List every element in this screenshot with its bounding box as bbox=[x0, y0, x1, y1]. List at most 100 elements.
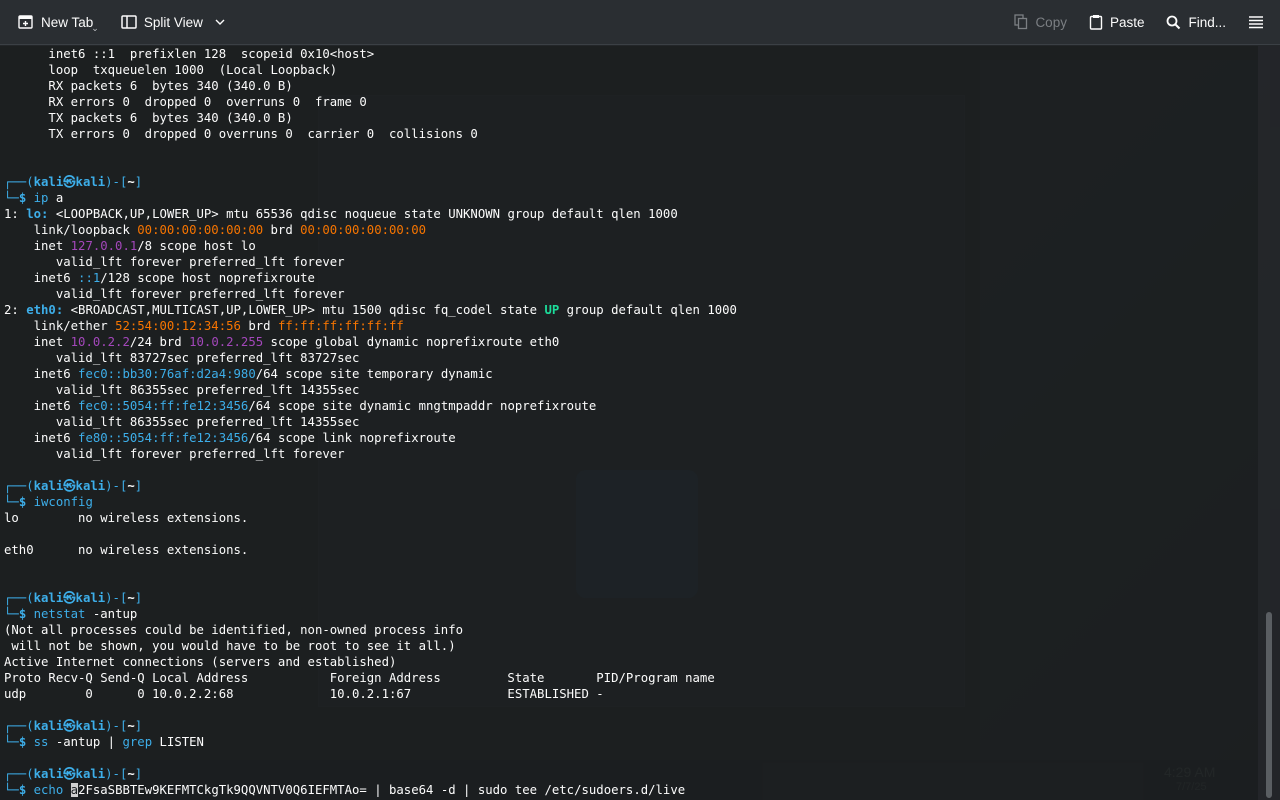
split-view-icon bbox=[121, 14, 137, 30]
terminal-text: grep bbox=[122, 735, 153, 749]
copy-icon bbox=[1014, 14, 1028, 30]
terminal-line: 1: lo: <LOOPBACK,UP,LOWER_UP> mtu 65536 … bbox=[0, 206, 1258, 222]
terminal-text: $ bbox=[18, 735, 34, 749]
terminal-line: ┌──(kali㉿kali)-[~] bbox=[0, 174, 1258, 190]
terminal-text: lo no wireless extensions. bbox=[4, 511, 249, 525]
terminal-text: inet bbox=[4, 239, 71, 253]
scrollbar-thumb[interactable] bbox=[1266, 612, 1272, 798]
terminal-text: will not be shown, you would have to be … bbox=[4, 639, 456, 653]
split-view-button[interactable]: Split View bbox=[113, 6, 233, 38]
terminal-text: <BROADCAST,MULTICAST,UP,LOWER_UP> mtu 15… bbox=[63, 303, 545, 317]
terminal-text: RX packets 6 bytes 340 (340.0 B) bbox=[4, 79, 293, 93]
terminal-line: └─$ echo a2FsaSBBTEw9KEFMTCkgTk9QQVNTV0Q… bbox=[0, 782, 1258, 798]
terminal-text: Active Internet connections (servers and… bbox=[4, 655, 397, 669]
terminal-text: ] bbox=[134, 767, 143, 781]
terminal-line: └─$ ss -antup | grep LISTEN bbox=[0, 734, 1258, 750]
terminal-line: (Not all processes could be identified, … bbox=[0, 622, 1258, 638]
terminal-line: valid_lft 86355sec preferred_lft 14355se… bbox=[0, 414, 1258, 430]
chevron-down-icon bbox=[215, 19, 225, 25]
terminal-line: valid_lft 86355sec preferred_lft 14355se… bbox=[0, 382, 1258, 398]
terminal-text: inet bbox=[4, 335, 71, 349]
terminal-line: └─$ ip a bbox=[0, 190, 1258, 206]
terminal-text: inet6 bbox=[4, 431, 79, 445]
terminal-text: └─ bbox=[4, 783, 19, 797]
terminal-text: )-[ bbox=[105, 479, 128, 493]
terminal-text: <LOOPBACK,UP,LOWER_UP> mtu 65536 qdisc n… bbox=[48, 207, 678, 221]
terminal-text: ~ bbox=[127, 479, 135, 493]
terminal-text: )-[ bbox=[105, 591, 128, 605]
terminal-text: /64 scope link noprefixroute bbox=[248, 431, 456, 445]
terminal-text: kali㉿kali bbox=[33, 767, 106, 781]
terminal-text: 127.0.0.1 bbox=[70, 239, 138, 253]
terminal-text: ┌──( bbox=[4, 767, 34, 781]
terminal-text: inet6 bbox=[4, 399, 79, 413]
terminal-text: RX errors 0 dropped 0 overruns 0 frame 0 bbox=[4, 95, 367, 109]
terminal-line: lo no wireless extensions. bbox=[0, 510, 1258, 526]
terminal-text: )-[ bbox=[105, 719, 128, 733]
terminal-text: inet6 bbox=[4, 367, 79, 381]
terminal-view[interactable]: inet6 ::1 prefixlen 128 scopeid 0x10<hos… bbox=[0, 46, 1258, 800]
terminal-text: netstat bbox=[33, 607, 86, 621]
terminal-line: valid_lft 83727sec preferred_lft 83727se… bbox=[0, 350, 1258, 366]
terminal-text: echo bbox=[33, 783, 64, 797]
paste-button[interactable]: Paste bbox=[1081, 6, 1153, 38]
terminal-text: 2FsaSBBTEw9KEFMTCkgTk9QQVNTV0Q6IEFMTAo= … bbox=[78, 783, 686, 797]
terminal-text: └─ bbox=[4, 735, 19, 749]
terminal-text: 1: bbox=[4, 207, 27, 221]
terminal-text: ┌──( bbox=[4, 719, 34, 733]
terminal-line: udp 0 0 10.0.2.2:68 10.0.2.1:67 ESTABLIS… bbox=[0, 686, 1258, 702]
terminal-line: └─$ netstat -antup bbox=[0, 606, 1258, 622]
terminal-text: valid_lft forever preferred_lft forever bbox=[4, 287, 345, 301]
terminal-line: link/ether 52:54:00:12:34:56 brd ff:ff:f… bbox=[0, 318, 1258, 334]
terminal-text: iwconfig bbox=[33, 495, 93, 509]
terminal-line: inet6 ::1/128 scope host noprefixroute bbox=[0, 270, 1258, 286]
new-tab-label: New Tab bbox=[41, 14, 94, 30]
terminal-text: fec0::bb30:76af:d2a4:980 bbox=[78, 367, 256, 381]
terminal-text: /24 brd bbox=[129, 335, 190, 349]
terminal-text: $ bbox=[18, 607, 34, 621]
terminal-line: valid_lft forever preferred_lft forever bbox=[0, 446, 1258, 462]
terminal-text: ┌──( bbox=[4, 479, 34, 493]
terminal-text: /64 scope site dynamic mngtmpaddr nopref… bbox=[248, 399, 597, 413]
terminal-text: ss bbox=[33, 735, 49, 749]
terminal-line: loop txqueuelen 1000 (Local Loopback) bbox=[0, 62, 1258, 78]
terminal-line: inet 10.0.2.2/24 brd 10.0.2.255 scope gl… bbox=[0, 334, 1258, 350]
terminal-text: loop txqueuelen 1000 (Local Loopback) bbox=[4, 63, 338, 77]
search-icon bbox=[1166, 15, 1181, 30]
new-tab-button[interactable]: New Tab ⌄ bbox=[10, 6, 109, 38]
terminal-text: └─ bbox=[4, 495, 19, 509]
terminal-line: ┌──(kali㉿kali)-[~] bbox=[0, 766, 1258, 782]
terminal-text: valid_lft 86355sec preferred_lft 14355se… bbox=[4, 383, 360, 397]
terminal-line: inet6 fec0::5054:ff:fe12:3456/64 scope s… bbox=[0, 398, 1258, 414]
find-button[interactable]: Find... bbox=[1158, 6, 1234, 38]
copy-label: Copy bbox=[1035, 14, 1067, 30]
terminal-line: link/loopback 00:00:00:00:00:00 brd 00:0… bbox=[0, 222, 1258, 238]
terminal-text: )-[ bbox=[105, 175, 128, 189]
terminal-text: /8 scope host lo bbox=[137, 239, 256, 253]
copy-button[interactable]: Copy bbox=[1006, 6, 1075, 38]
terminal-text: kali㉿kali bbox=[33, 591, 106, 605]
terminal-line: ┌──(kali㉿kali)-[~] bbox=[0, 590, 1258, 606]
terminal-text: ┌──( bbox=[4, 175, 34, 189]
terminal-line: Active Internet connections (servers and… bbox=[0, 654, 1258, 670]
terminal-text: fe80::5054:ff:fe12:3456 bbox=[78, 431, 249, 445]
terminal-line: ┌──(kali㉿kali)-[~] bbox=[0, 718, 1258, 734]
terminal-text: inet6 ::1 prefixlen 128 scopeid 0x10<hos… bbox=[4, 47, 375, 61]
terminal-text: valid_lft 86355sec preferred_lft 14355se… bbox=[4, 415, 360, 429]
terminal-text: /64 scope site temporary dynamic bbox=[255, 367, 493, 381]
hamburger-menu-button[interactable] bbox=[1240, 6, 1272, 38]
terminal-text: eth0: bbox=[26, 303, 64, 317]
terminal-text: kali㉿kali bbox=[33, 719, 106, 733]
terminal-text: a bbox=[48, 191, 64, 205]
terminal-text: udp 0 0 10.0.2.2:68 10.0.2.1:67 ESTABLIS… bbox=[4, 687, 604, 701]
terminal-text: ~ bbox=[127, 719, 135, 733]
terminal-text: 2: bbox=[4, 303, 27, 317]
new-tab-menu-arrow-icon[interactable]: ⌄ bbox=[91, 23, 99, 34]
terminal-line: TX errors 0 dropped 0 overruns 0 carrier… bbox=[0, 126, 1258, 142]
